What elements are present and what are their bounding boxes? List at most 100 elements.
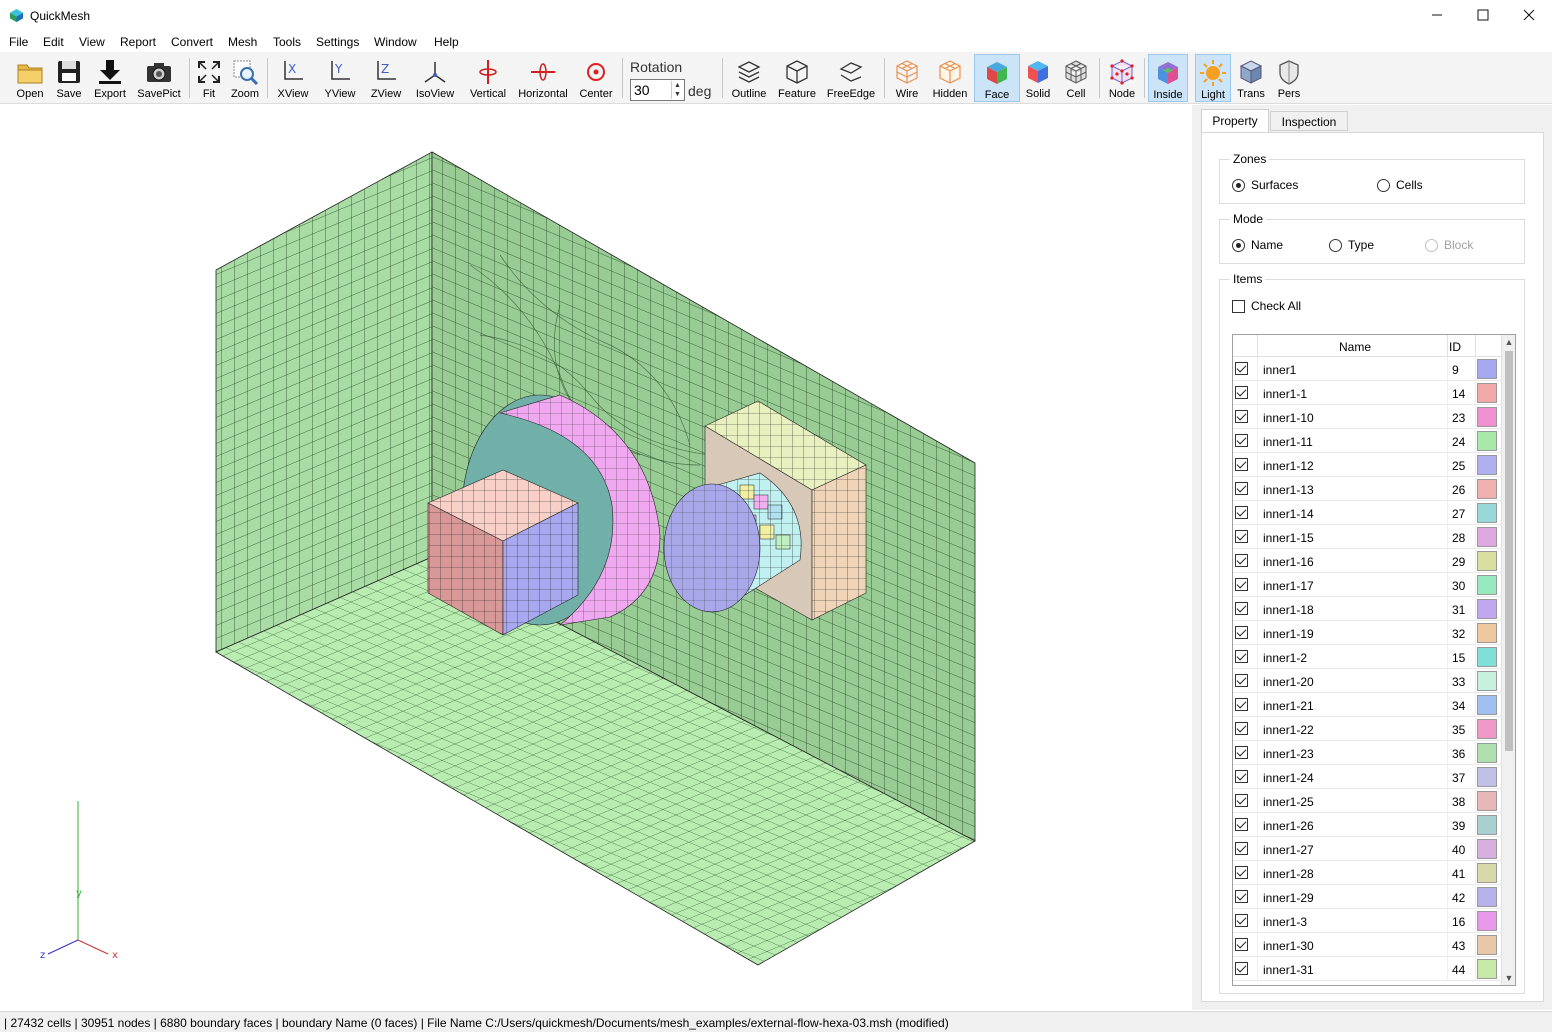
table-row[interactable]: inner1-25 38: [1233, 789, 1503, 813]
row-checkbox[interactable]: [1235, 386, 1248, 399]
menu-file[interactable]: File: [9, 35, 28, 49]
table-row[interactable]: inner1-19 32: [1233, 621, 1503, 645]
cells-radio[interactable]: Cells: [1377, 178, 1423, 192]
table-row[interactable]: inner1-12 25: [1233, 453, 1503, 477]
table-row[interactable]: inner1-17 30: [1233, 573, 1503, 597]
row-color-swatch[interactable]: [1477, 671, 1497, 691]
table-row[interactable]: inner1 9: [1233, 357, 1503, 381]
name-radio[interactable]: Name: [1232, 238, 1283, 252]
row-checkbox[interactable]: [1235, 482, 1248, 495]
menu-help[interactable]: Help: [434, 35, 459, 49]
row-color-swatch[interactable]: [1477, 431, 1497, 451]
tab-inspection[interactable]: Inspection: [1270, 111, 1348, 131]
node-button[interactable]: Node: [1104, 54, 1140, 102]
row-color-swatch[interactable]: [1477, 527, 1497, 547]
table-row[interactable]: inner1-13 26: [1233, 477, 1503, 501]
table-row[interactable]: inner1-28 41: [1233, 861, 1503, 885]
menu-report[interactable]: Report: [120, 35, 156, 49]
scroll-up-icon[interactable]: ▲: [1502, 335, 1515, 349]
savepict-button[interactable]: SavePict: [136, 54, 182, 102]
row-checkbox[interactable]: [1235, 458, 1248, 471]
table-row[interactable]: inner1-23 36: [1233, 741, 1503, 765]
row-checkbox[interactable]: [1235, 746, 1248, 759]
table-row[interactable]: inner1-3 16: [1233, 909, 1503, 933]
row-color-swatch[interactable]: [1477, 935, 1497, 955]
row-color-swatch[interactable]: [1477, 815, 1497, 835]
row-checkbox[interactable]: [1235, 698, 1248, 711]
spin-up-icon[interactable]: ▲: [672, 81, 683, 90]
row-color-swatch[interactable]: [1477, 383, 1497, 403]
row-color-swatch[interactable]: [1477, 551, 1497, 571]
menu-view[interactable]: View: [79, 35, 105, 49]
zview-button[interactable]: Z ZView: [366, 54, 406, 102]
yview-button[interactable]: Y YView: [320, 54, 360, 102]
row-checkbox[interactable]: [1235, 434, 1248, 447]
table-row[interactable]: inner1-24 37: [1233, 765, 1503, 789]
minimize-button[interactable]: [1414, 0, 1460, 30]
row-checkbox[interactable]: [1235, 722, 1248, 735]
row-checkbox[interactable]: [1235, 530, 1248, 543]
3d-viewport[interactable]: y x z: [0, 105, 1192, 1010]
table-row[interactable]: inner1-1 14: [1233, 381, 1503, 405]
open-button[interactable]: Open: [10, 54, 50, 102]
row-color-swatch[interactable]: [1477, 719, 1497, 739]
row-color-swatch[interactable]: [1477, 743, 1497, 763]
table-row[interactable]: inner1-29 42: [1233, 885, 1503, 909]
table-row[interactable]: inner1-16 29: [1233, 549, 1503, 573]
light-button[interactable]: Light: [1195, 54, 1231, 102]
isoview-button[interactable]: IsoView: [412, 54, 458, 102]
table-row[interactable]: inner1-10 23: [1233, 405, 1503, 429]
row-checkbox[interactable]: [1235, 818, 1248, 831]
row-color-swatch[interactable]: [1477, 407, 1497, 427]
wire-button[interactable]: Wire: [889, 54, 925, 102]
row-color-swatch[interactable]: [1477, 887, 1497, 907]
menu-window[interactable]: Window: [374, 35, 417, 49]
hidden-button[interactable]: Hidden: [929, 54, 971, 102]
export-button[interactable]: Export: [90, 54, 130, 102]
pers-button[interactable]: Pers: [1271, 54, 1307, 102]
column-header-id[interactable]: ID: [1449, 340, 1461, 354]
table-row[interactable]: inner1-27 40: [1233, 837, 1503, 861]
row-color-swatch[interactable]: [1477, 791, 1497, 811]
row-color-swatch[interactable]: [1477, 623, 1497, 643]
fit-button[interactable]: Fit: [193, 54, 225, 102]
spin-down-icon[interactable]: ▼: [672, 90, 683, 99]
vertical-scrollbar[interactable]: ▲ ▼: [1501, 335, 1515, 985]
table-row[interactable]: inner1-21 34: [1233, 693, 1503, 717]
scrollbar-thumb[interactable]: [1505, 351, 1513, 751]
outline-button[interactable]: Outline: [728, 54, 770, 102]
row-checkbox[interactable]: [1235, 410, 1248, 423]
cell-button[interactable]: Cell: [1058, 54, 1094, 102]
column-header-name[interactable]: Name: [1339, 340, 1371, 354]
table-row[interactable]: inner1-22 35: [1233, 717, 1503, 741]
horizontal-button[interactable]: Horizontal: [516, 54, 570, 102]
zoom-button[interactable]: Zoom: [227, 54, 263, 102]
row-checkbox[interactable]: [1235, 602, 1248, 615]
maximize-button[interactable]: [1460, 0, 1506, 30]
close-button[interactable]: [1506, 0, 1552, 30]
panel-splitter[interactable]: [1192, 105, 1200, 1010]
surfaces-radio[interactable]: Surfaces: [1232, 178, 1298, 192]
table-row[interactable]: inner1-31 44: [1233, 957, 1503, 981]
row-checkbox[interactable]: [1235, 626, 1248, 639]
row-checkbox[interactable]: [1235, 938, 1248, 951]
row-color-swatch[interactable]: [1477, 359, 1497, 379]
row-color-swatch[interactable]: [1477, 695, 1497, 715]
xview-button[interactable]: X XView: [273, 54, 313, 102]
check-all-checkbox[interactable]: Check All: [1232, 299, 1301, 313]
row-color-swatch[interactable]: [1477, 455, 1497, 475]
table-row[interactable]: inner1-2 15: [1233, 645, 1503, 669]
menu-edit[interactable]: Edit: [43, 35, 64, 49]
row-color-swatch[interactable]: [1477, 575, 1497, 595]
row-checkbox[interactable]: [1235, 890, 1248, 903]
freeedge-button[interactable]: FreeEdge: [824, 54, 878, 102]
row-color-swatch[interactable]: [1477, 503, 1497, 523]
face-button[interactable]: Face: [974, 54, 1020, 102]
row-color-swatch[interactable]: [1477, 479, 1497, 499]
row-checkbox[interactable]: [1235, 554, 1248, 567]
row-color-swatch[interactable]: [1477, 599, 1497, 619]
table-row[interactable]: inner1-15 28: [1233, 525, 1503, 549]
vertical-button[interactable]: Vertical: [466, 54, 510, 102]
center-button[interactable]: Center: [576, 54, 616, 102]
row-checkbox[interactable]: [1235, 962, 1248, 975]
